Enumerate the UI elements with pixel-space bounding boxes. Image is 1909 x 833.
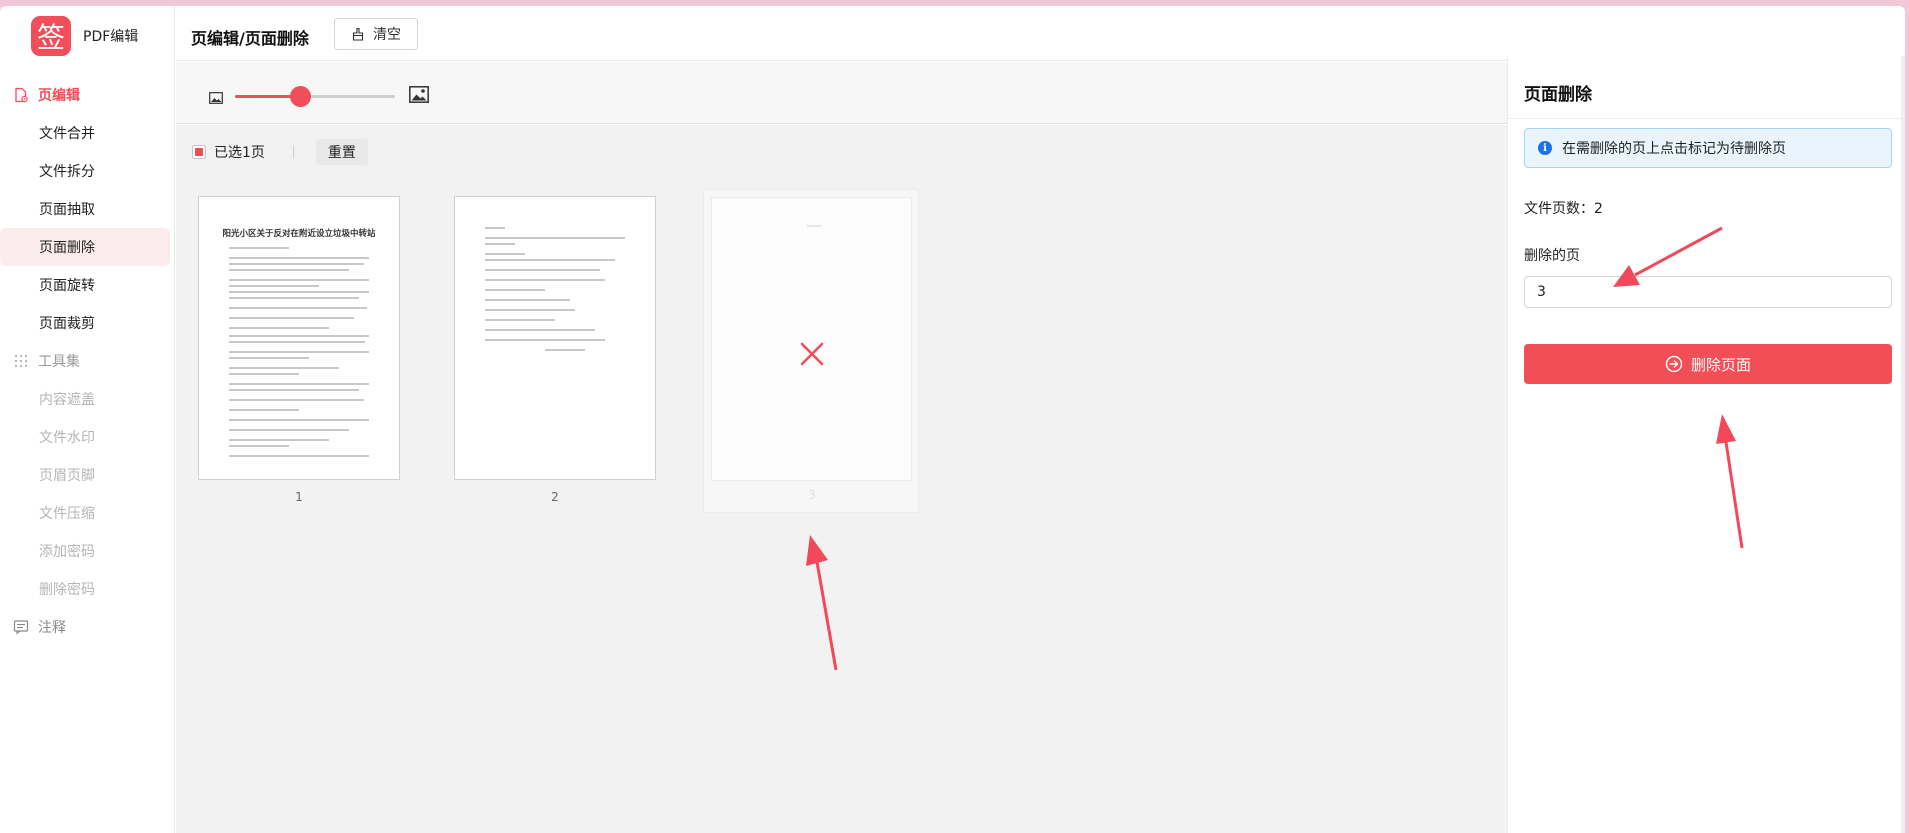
grid-icon bbox=[12, 352, 30, 370]
page-thumbnail-3-marked[interactable]: 3 bbox=[703, 189, 919, 513]
delete-mark-icon bbox=[800, 342, 824, 370]
info-alert: i 在需删除的页上点击标记为待删除页 bbox=[1524, 128, 1892, 168]
sidebar-item-delete[interactable]: 页面删除 bbox=[0, 228, 170, 266]
app-name: PDF编辑 bbox=[83, 29, 139, 45]
page-thumbnail-2[interactable] bbox=[454, 196, 656, 486]
sidebar-item-extract[interactable]: 页面抽取 bbox=[0, 190, 170, 228]
page-preview[interactable]: 阳光小区关于反对在附近设立垃圾中转站 bbox=[198, 196, 400, 480]
page-number-3: 3 bbox=[808, 488, 816, 502]
delete-pages-input[interactable] bbox=[1524, 276, 1892, 308]
page-preview[interactable] bbox=[711, 197, 912, 481]
right-panel: 页面删除 i 在需删除的页上点击标记为待删除页 文件页数：2 删除的页 删除页面 bbox=[1507, 56, 1905, 833]
sidebar-item-compress[interactable]: 文件压缩 bbox=[0, 494, 170, 532]
delete-pages-label: 删除的页 bbox=[1524, 248, 1580, 264]
image-small-icon[interactable] bbox=[209, 89, 223, 108]
sidebar-item-add-password[interactable]: 添加密码 bbox=[0, 532, 170, 570]
sidebar-item-rotate[interactable]: 页面旋转 bbox=[0, 266, 170, 304]
panel-title: 页面删除 bbox=[1524, 85, 1592, 105]
app-logo-row: 签 PDF编辑 bbox=[31, 16, 138, 56]
sidebar-item-header-footer[interactable]: 页眉页脚 bbox=[0, 456, 170, 494]
info-text: 在需删除的页上点击标记为待删除页 bbox=[1562, 141, 1786, 157]
page-thumbnail-1[interactable]: 阳光小区关于反对在附近设立垃圾中转站 bbox=[198, 196, 400, 486]
select-all-checkbox[interactable] bbox=[192, 145, 206, 159]
selection-row: 已选1页 重置 bbox=[192, 139, 368, 165]
delete-pages-button[interactable]: 删除页面 bbox=[1524, 344, 1892, 384]
info-icon: i bbox=[1538, 141, 1552, 155]
sidebar-item-crop[interactable]: 页面裁剪 bbox=[0, 304, 170, 342]
sidebar-item-remove-password[interactable]: 删除密码 bbox=[0, 570, 170, 608]
sidebar-nav: 页编辑 文件合并 文件拆分 页面抽取 页面删除 页面旋转 页面裁剪 工具集 内容… bbox=[0, 76, 175, 646]
page-count-label: 文件页数： bbox=[1524, 201, 1594, 217]
sidebar-item-merge[interactable]: 文件合并 bbox=[0, 114, 170, 152]
page-count-value: 2 bbox=[1594, 201, 1603, 217]
checkbox-indicator bbox=[195, 148, 203, 156]
broom-icon bbox=[351, 27, 365, 41]
comment-icon bbox=[12, 618, 30, 636]
page-number-1: 1 bbox=[295, 490, 303, 504]
image-large-icon[interactable] bbox=[409, 86, 429, 107]
top-header: 页编辑/页面删除 清空 bbox=[176, 6, 1905, 61]
page-edit-icon bbox=[12, 86, 30, 104]
clear-button[interactable]: 清空 bbox=[334, 18, 418, 50]
sidebar-section-page-edit[interactable]: 页编辑 bbox=[0, 76, 175, 114]
sidebar-section-tools[interactable]: 工具集 bbox=[0, 342, 175, 380]
arrow-circle-icon bbox=[1665, 355, 1683, 373]
clear-button-label: 清空 bbox=[373, 27, 401, 43]
divider bbox=[292, 145, 294, 159]
sidebar-item-redact[interactable]: 内容遮盖 bbox=[0, 380, 170, 418]
page-number-2: 2 bbox=[551, 490, 559, 504]
sidebar-section-label: 注释 bbox=[38, 620, 66, 636]
page-doc-title: 阳光小区关于反对在附近设立垃圾中转站 bbox=[222, 229, 376, 239]
sidebar-section-label: 页编辑 bbox=[38, 88, 80, 104]
zoom-slider-thumb[interactable] bbox=[290, 86, 312, 107]
sidebar-item-split[interactable]: 文件拆分 bbox=[0, 152, 170, 190]
page-title: 页编辑/页面删除 bbox=[191, 29, 309, 48]
sidebar-item-watermark[interactable]: 文件水印 bbox=[0, 418, 170, 456]
scrollbar[interactable] bbox=[1901, 56, 1905, 833]
app-logo: 签 bbox=[31, 16, 71, 56]
sidebar-section-annotation[interactable]: 注释 bbox=[0, 608, 175, 646]
sidebar: 签 PDF编辑 页编辑 文件合并 文件拆分 页面抽取 页面删除 页面旋转 页面裁… bbox=[0, 6, 175, 833]
reset-button[interactable]: 重置 bbox=[315, 139, 368, 165]
page-preview[interactable] bbox=[454, 196, 656, 480]
panel-divider bbox=[1508, 118, 1905, 119]
delete-button-label: 删除页面 bbox=[1690, 355, 1751, 374]
zoom-slider-track[interactable] bbox=[235, 95, 395, 98]
selected-count-text: 已选1页 bbox=[214, 145, 265, 161]
page-count-row: 文件页数：2 bbox=[1524, 198, 1603, 218]
zoom-toolbar bbox=[176, 62, 1507, 124]
app-window: 签 PDF编辑 页编辑 文件合并 文件拆分 页面抽取 页面删除 页面旋转 页面裁… bbox=[0, 6, 1905, 833]
sidebar-section-label: 工具集 bbox=[38, 354, 80, 370]
page-grid-area: 已选1页 重置 阳光小区关于反对在附近设立垃圾中转站 1 2 3 bbox=[176, 125, 1507, 833]
